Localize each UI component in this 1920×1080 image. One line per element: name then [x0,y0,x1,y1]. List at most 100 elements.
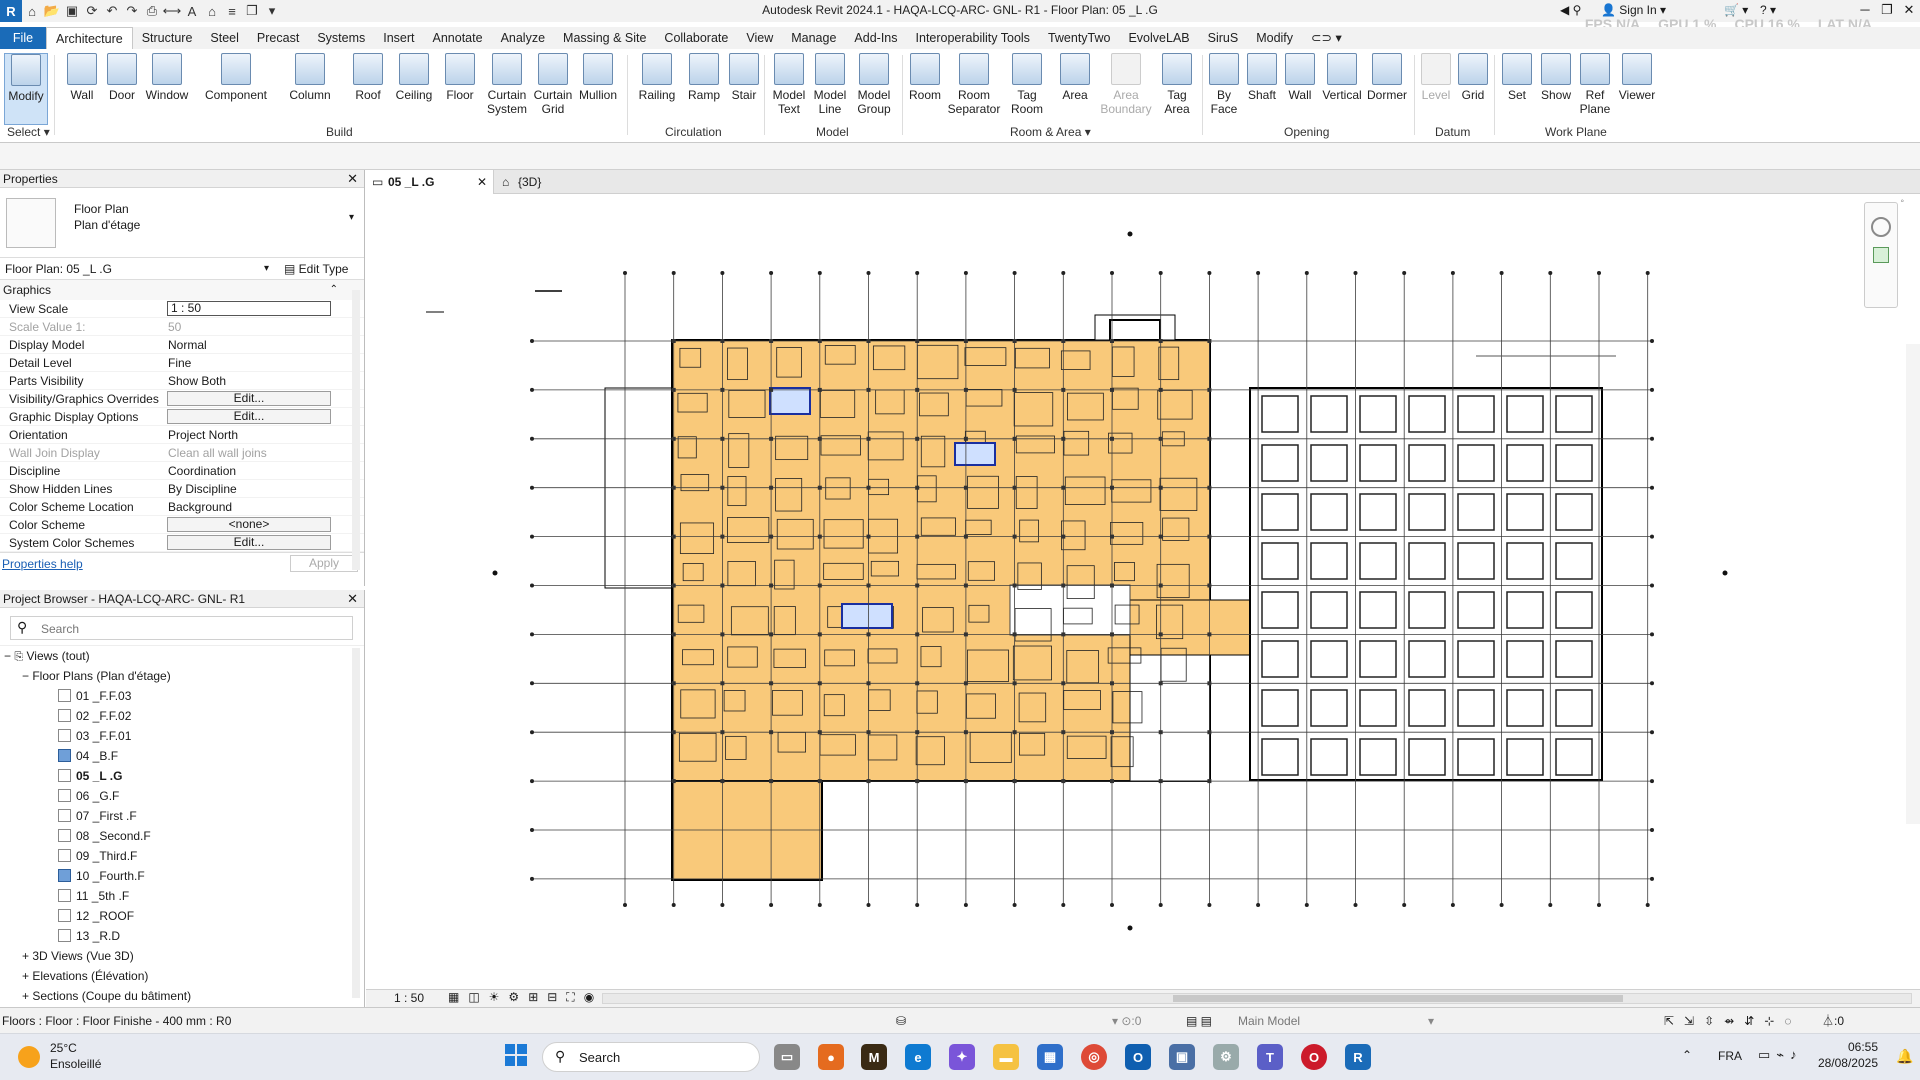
tree-item-floor-plan[interactable]: 07 _First .F [0,806,364,826]
horizontal-scrollbar[interactable] [602,993,1912,1004]
window-tool-button[interactable]: Window [143,53,191,102]
tree-item-floor-plan[interactable]: 03 _F.F.01 [0,726,364,746]
curtain-grid-button[interactable]: Curtain Grid [532,53,574,116]
modify-tool-button[interactable]: Modify [4,53,48,125]
edge-icon[interactable]: e [905,1044,931,1070]
tab-collaborate[interactable]: Collaborate [655,27,737,49]
component-tool-button[interactable]: Component [200,53,272,102]
tree-item-floor-plan[interactable]: 02 _F.F.02 [0,706,364,726]
level-tool-button[interactable]: Level [1418,53,1454,102]
opera-icon[interactable]: O [1301,1044,1327,1070]
search-help-icon[interactable]: ◀ ⚲ [1560,3,1581,17]
copilot-icon[interactable]: ✦ [949,1044,975,1070]
close-icon[interactable]: ✕ [347,590,358,608]
home-icon[interactable]: ⌂ [22,2,42,20]
save-icon[interactable]: ▣ [62,2,82,20]
select-dropdown[interactable]: Select ▾ [7,125,50,139]
tab-view[interactable]: View [737,27,782,49]
restore-icon[interactable]: ❐ [1876,0,1898,20]
property-value[interactable]: Coordination [168,462,236,480]
outlook-icon[interactable]: O [1125,1044,1151,1070]
tab-massing-site[interactable]: Massing & Site [554,27,655,49]
weather-sun-icon[interactable] [18,1046,40,1068]
railing-tool-button[interactable]: Railing [636,53,678,102]
tree-item-floor-plan[interactable]: 05 _L .G [0,766,364,786]
tag-area-button[interactable]: Tag Area [1158,53,1196,116]
wall-tool-button[interactable]: Wall [62,53,102,102]
sign-in-button[interactable]: 👤 Sign In ▾ [1601,3,1666,17]
ceiling-tool-button[interactable]: Ceiling [392,53,436,102]
microphone-app-icon[interactable]: ● [818,1044,844,1070]
column-tool-button[interactable]: Column [286,53,334,102]
tab-interoperability-tools[interactable]: Interoperability Tools [907,27,1039,49]
tab-twentytwo[interactable]: TwentyTwo [1039,27,1120,49]
text-icon[interactable]: A [182,2,202,20]
apply-button[interactable]: Apply [290,555,358,572]
settings-icon[interactable]: ⚙ [1213,1044,1239,1070]
tree-floor-plans[interactable]: − Floor Plans (Plan d'étage) [0,666,364,686]
grid-tool-button[interactable]: Grid [1456,53,1490,102]
taskbar-search-box[interactable]: ⚲ Search [542,1042,760,1072]
room-separator-button[interactable]: Room Separator [946,53,1002,116]
tab-add-ins[interactable]: Add-Ins [845,27,906,49]
vertical-scrollbar[interactable] [1906,344,1920,824]
room-tool-button[interactable]: Room [906,53,944,102]
redo-icon[interactable]: ↷ [122,2,142,20]
tree-item-floor-plan[interactable]: 04 _B.F [0,746,364,766]
property-value[interactable]: 1 : 50 [167,301,331,316]
model-text-button[interactable]: Model Text [768,53,810,116]
tree-item-floor-plan[interactable]: 06 _G.F [0,786,364,806]
tab-floor-plan-05[interactable]: ▭ 05 _L .G ✕ [366,170,494,194]
system-tray-icons[interactable]: ▭⌁♪ [1758,1047,1803,1063]
tree-item-floor-plan[interactable]: 01 _F.F.03 [0,686,364,706]
property-value[interactable]: Project North [168,426,238,444]
file-explorer-icon[interactable]: ▬ [993,1044,1019,1070]
tree-item-floor-plan[interactable]: 09 _Third.F [0,846,364,866]
curtain-system-button[interactable]: Curtain System [484,53,530,116]
store-icon[interactable]: ▦ [1037,1044,1063,1070]
type-selector[interactable]: Floor Plan Plan d'étage ▾ [0,188,364,258]
teams-icon[interactable]: T [1257,1044,1283,1070]
viewer-tool-button[interactable]: Viewer [1614,53,1660,102]
zoom-icon[interactable] [1873,247,1889,263]
tree-item-floor-plan[interactable]: 08 _Second.F [0,826,364,846]
edit-type-button[interactable]: ▤ Edit Type [284,258,348,280]
tree-sections[interactable]: + Sections (Coupe du bâtiment) [0,986,364,1006]
area-tool-button[interactable]: Area [1056,53,1094,102]
tag-room-button[interactable]: Tag Room [1006,53,1048,116]
property-value[interactable]: Background [168,498,232,516]
tab-evolvelab[interactable]: EvolveLAB [1119,27,1198,49]
tree-3d-views[interactable]: + 3D Views (Vue 3D) [0,946,364,966]
opening-by-face-button[interactable]: By Face [1206,53,1242,116]
ref-plane-button[interactable]: Ref Plane [1578,53,1612,116]
area-boundary-button[interactable]: Area Boundary [1098,53,1154,116]
tab-modify[interactable]: Modify [1247,27,1302,49]
model-group-button[interactable]: Model Group [852,53,896,116]
close-icon[interactable]: ✕ [347,170,358,188]
tree-views[interactable]: − ⎘ Views (tout) [0,646,364,666]
weather-desc[interactable]: Ensoleillé [50,1057,101,1071]
property-value[interactable]: Fine [168,354,191,372]
wall-opening-button[interactable]: Wall [1282,53,1318,102]
tree-elevations[interactable]: + Elevations (Élévation) [0,966,364,986]
property-value[interactable]: Show Both [168,372,226,390]
tab-architecture[interactable]: Architecture [46,27,133,49]
chrome-icon[interactable]: ◎ [1081,1044,1107,1070]
customize-qat-icon[interactable]: ▾ [262,2,282,20]
editable-count[interactable]: ▾ ⊙:0 [1112,1008,1141,1034]
properties-help-link[interactable]: Properties help [0,557,83,571]
3d-view-icon[interactable]: ⌂ [202,2,222,20]
close-icon[interactable]: ✕ [477,170,487,194]
tab-structure[interactable]: Structure [133,27,202,49]
tab-file[interactable]: File [0,27,46,49]
thin-lines-icon[interactable]: ≡ [222,2,242,20]
worksets-icon[interactable]: ⛁ [896,1008,906,1034]
tab-precast[interactable]: Precast [248,27,308,49]
tab-manage[interactable]: Manage [782,27,845,49]
graphics-section-header[interactable]: Graphics [3,283,51,297]
app-window-icon[interactable]: ▣ [1169,1044,1195,1070]
tab-systems[interactable]: Systems [308,27,374,49]
tab-insert[interactable]: Insert [374,27,423,49]
show-work-plane-button[interactable]: Show [1536,53,1576,102]
task-view-icon[interactable]: ▭ [774,1044,800,1070]
